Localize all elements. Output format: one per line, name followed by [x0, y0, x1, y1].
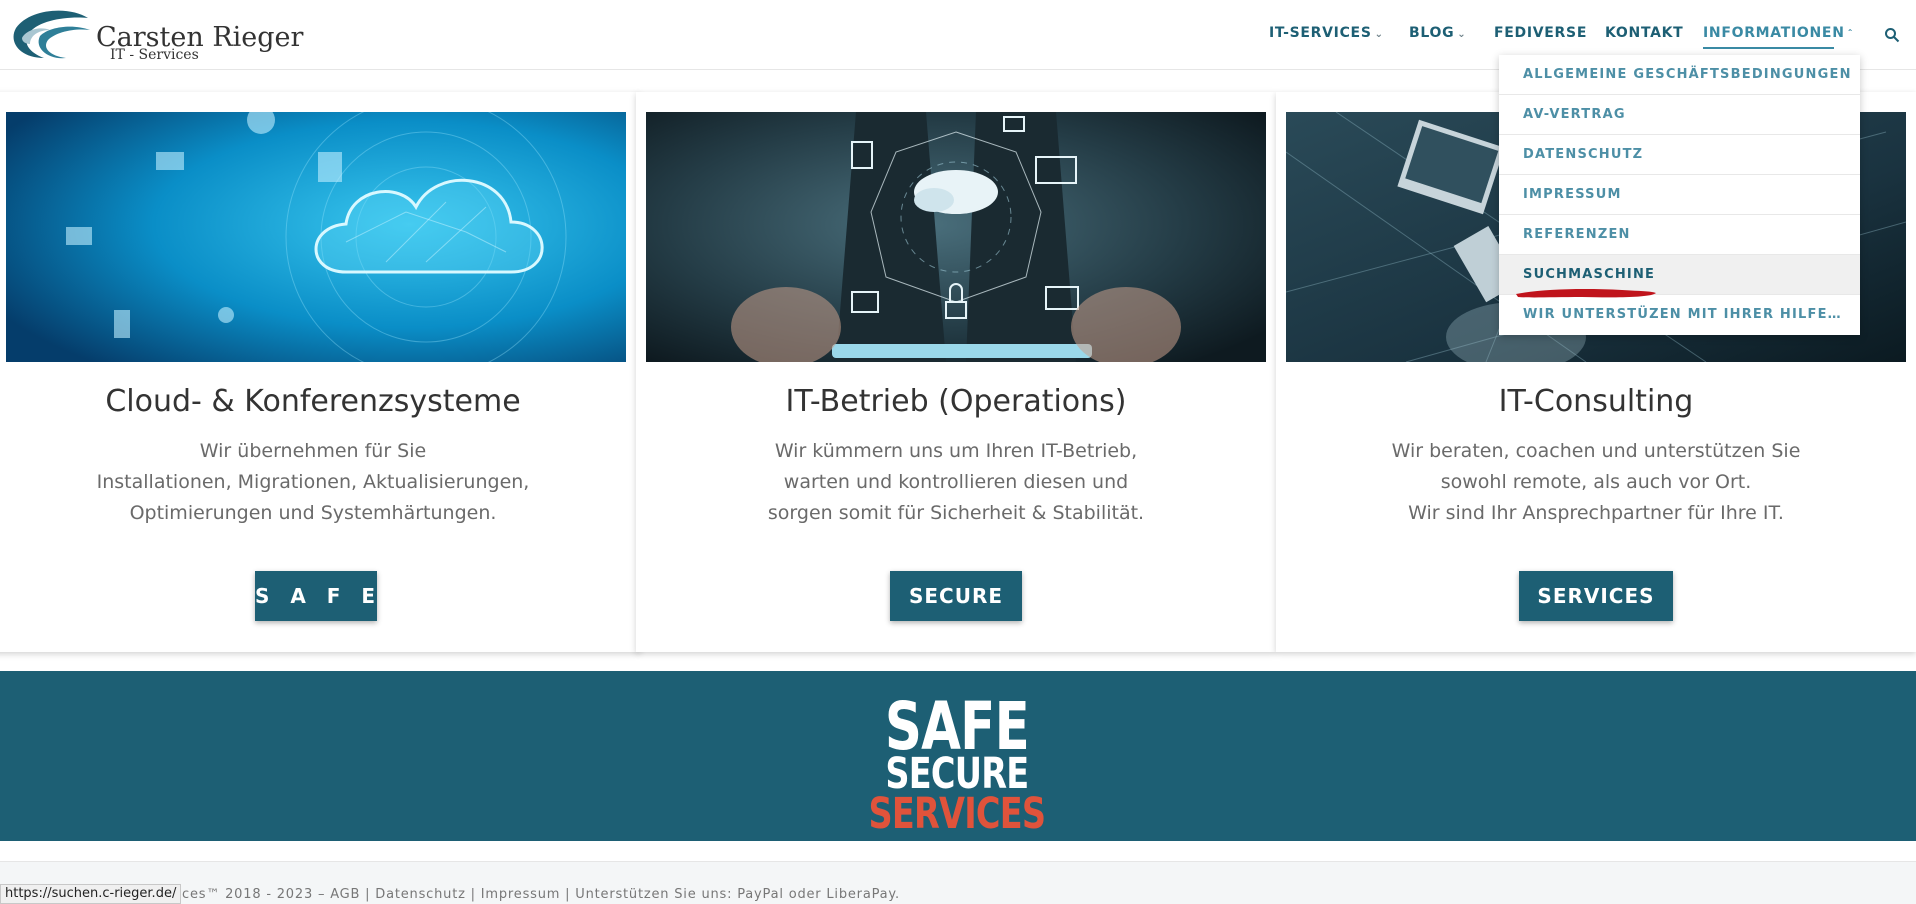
secure-button[interactable]: SECURE [890, 571, 1022, 621]
link-status-bar: https://suchen.c-rieger.de/ [0, 884, 182, 904]
logo-subtitle: IT - Services [110, 47, 199, 63]
search-icon[interactable] [1884, 27, 1900, 43]
red-annotation-mark [1516, 289, 1656, 298]
nav-it-services[interactable]: IT-SERVICES ⌄ [1269, 25, 1384, 45]
card-title: IT-Betrieb (Operations) [785, 384, 1127, 419]
safe-secure-services-banner: SAFE SECURE SERVICES [0, 671, 1916, 841]
card-text-line: Wir sind Ihr Ansprechpartner für Ihre IT… [1408, 502, 1784, 524]
menu-item-agb[interactable]: ALLGEMEINE GESCHÄFTSBEDINGUNGEN [1499, 55, 1860, 95]
service-card-operations: IT-Betrieb (Operations) Wir kümmern uns … [636, 92, 1276, 652]
nav-label: BLOG [1409, 25, 1455, 41]
card-text-line: sowohl remote, als auch vor Ort. [1440, 471, 1752, 493]
card-text-line: Wir kümmern uns um Ihren IT-Betrieb, [774, 440, 1138, 462]
nav-label: FEDIVERSE [1494, 25, 1588, 41]
menu-item-datenschutz[interactable]: DATENSCHUTZ [1499, 135, 1860, 175]
menu-item-impressum[interactable]: IMPRESSUM [1499, 175, 1860, 215]
banner-line-services: SERVICES [868, 789, 1047, 839]
card-text-line: Wir beraten, coachen und unterstützen Si… [1391, 440, 1801, 462]
nav-label: IT-SERVICES [1269, 25, 1372, 41]
cloud-network-image [6, 112, 626, 362]
chevron-up-icon: ˆ [1847, 29, 1854, 40]
card-text-line: sorgen somit für Sicherheit & Stabilität… [767, 502, 1145, 524]
card-title: IT-Consulting [1498, 384, 1694, 419]
menu-item-referenzen[interactable]: REFERENZEN [1499, 215, 1860, 255]
chevron-down-icon: ⌄ [1374, 29, 1384, 40]
footer-copyright: rvices™ 2018 - 2023 – AGB | Datenschutz … [163, 887, 900, 902]
card-text-line: warten und kontrollieren diesen und [783, 471, 1129, 493]
operations-network-image [646, 112, 1266, 362]
nav-blog[interactable]: BLOG ⌄ [1409, 25, 1466, 45]
card-title: Cloud- & Konferenzsysteme [105, 384, 521, 419]
safe-button[interactable]: S A F E [255, 571, 377, 621]
site-footer: rvices™ 2018 - 2023 – AGB | Datenschutz … [0, 861, 1916, 904]
service-card-cloud: Cloud- & Konferenzsysteme Wir übernehmen… [0, 92, 640, 652]
card-text-line: Wir übernehmen für Sie [199, 440, 427, 462]
nav-label: KONTAKT [1605, 25, 1684, 41]
chevron-down-icon: ⌄ [1457, 29, 1467, 40]
services-button[interactable]: SERVICES [1519, 571, 1673, 621]
card-text-line: Installationen, Migrationen, Aktualisier… [96, 471, 530, 493]
card-text-line: Optimierungen und Systemhärtungen. [129, 502, 497, 524]
nav-active-underline [1703, 47, 1834, 49]
nav-label: INFORMATIONEN [1703, 25, 1845, 41]
nav-kontakt[interactable]: KONTAKT [1605, 25, 1683, 45]
nav-informationen[interactable]: INFORMATIONEN ˆ [1703, 25, 1853, 45]
card-description: Wir übernehmen für Sie Installationen, M… [0, 436, 640, 529]
menu-item-av-vertrag[interactable]: AV-VERTRAG [1499, 95, 1860, 135]
site-logo[interactable]: Carsten Rieger IT - Services [10, 8, 303, 64]
card-description: Wir beraten, coachen und unterstützen Si… [1276, 436, 1916, 529]
card-description: Wir kümmern uns um Ihren IT-Betrieb, war… [636, 436, 1276, 529]
nav-fediverse[interactable]: FEDIVERSE [1494, 25, 1587, 45]
menu-item-unterstuetzen[interactable]: WIR UNTERSTÜZEN MIT IHRER HILFE… [1499, 295, 1860, 335]
logo-mark-icon [13, 10, 90, 59]
